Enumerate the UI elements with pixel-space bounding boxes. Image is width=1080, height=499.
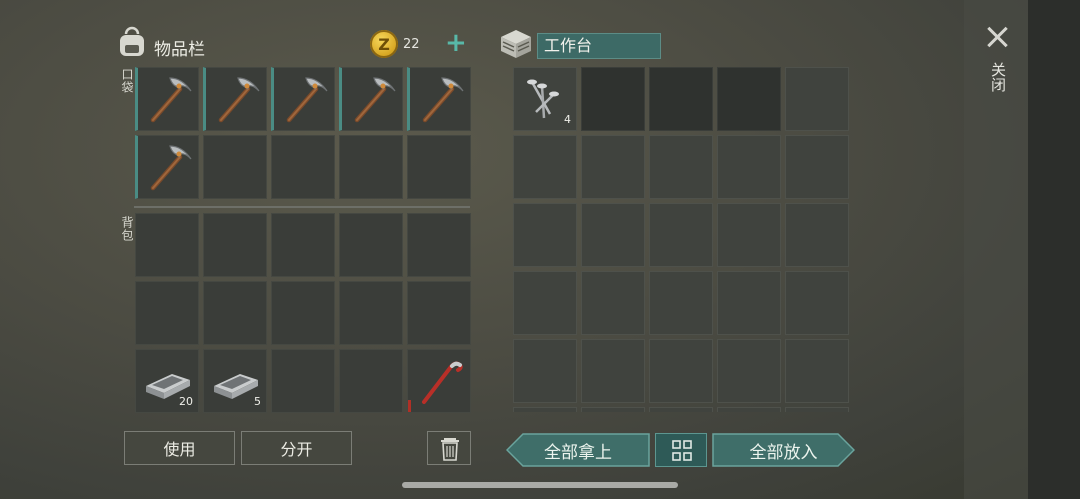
workbench-slot[interactable]: [649, 135, 713, 199]
put-all-button[interactable]: 全部放入: [712, 433, 855, 467]
use-button[interactable]: 使用: [124, 431, 235, 465]
backpack-slot[interactable]: [407, 349, 471, 413]
backpack-slot[interactable]: 5: [203, 349, 267, 413]
workbench-slot[interactable]: [717, 407, 781, 412]
workbench-slot[interactable]: [581, 339, 645, 403]
item-count: 5: [254, 395, 261, 408]
workbench-slot[interactable]: [581, 67, 645, 131]
backpack-slot[interactable]: [271, 349, 335, 413]
trash-icon: [441, 438, 459, 461]
workbench-grid: 4: [513, 67, 849, 412]
workbench-title: 工作台: [537, 33, 661, 59]
put-all-label: 全部放入: [749, 442, 818, 463]
workbench-slot[interactable]: [581, 271, 645, 335]
workbench-slot[interactable]: [513, 407, 577, 412]
durability-bar: [408, 400, 411, 412]
section-divider: [134, 206, 470, 208]
workbench-slot[interactable]: [581, 135, 645, 199]
workbench-slot[interactable]: [717, 203, 781, 267]
workbench-slot[interactable]: [513, 271, 577, 335]
backpack-slot[interactable]: [203, 281, 267, 345]
backpack-label: 背包: [120, 216, 134, 242]
grid-sort-icon: [672, 440, 692, 461]
backpack-icon: [120, 26, 144, 56]
backpack-slot[interactable]: [407, 213, 471, 277]
trash-button[interactable]: [427, 431, 471, 465]
add-coins-button[interactable]: +: [445, 30, 467, 56]
pocket-slot[interactable]: [339, 135, 403, 199]
workbench-slot[interactable]: [513, 135, 577, 199]
backpack-slot[interactable]: 20: [135, 349, 199, 413]
workbench-slot[interactable]: [649, 203, 713, 267]
pocket-slot[interactable]: [407, 135, 471, 199]
workbench-slot[interactable]: [581, 407, 645, 412]
workbench-slot[interactable]: [513, 339, 577, 403]
workbench-slot[interactable]: [717, 135, 781, 199]
backpack-slot[interactable]: [271, 281, 335, 345]
pocket-slot[interactable]: [271, 135, 335, 199]
pocket-label: 口袋: [120, 68, 134, 94]
pocket-slot[interactable]: [271, 67, 335, 131]
workbench-slot[interactable]: [649, 339, 713, 403]
pickaxe-icon: [286, 77, 328, 123]
workbench-icon: [501, 30, 531, 58]
workbench-slot[interactable]: [649, 407, 713, 412]
workbench-slot[interactable]: [717, 271, 781, 335]
workbench-slot[interactable]: [649, 271, 713, 335]
screen-edge: [1028, 0, 1080, 499]
sort-button[interactable]: [655, 433, 707, 467]
backpack-slot[interactable]: [203, 213, 267, 277]
workbench-slot[interactable]: [785, 67, 849, 131]
backpack-slot[interactable]: [339, 349, 403, 413]
backpack-slot[interactable]: [135, 213, 199, 277]
pocket-slot[interactable]: [135, 135, 199, 199]
pocket-slot[interactable]: [135, 67, 199, 131]
crowbar-icon: [422, 361, 463, 404]
backpack-slot[interactable]: [339, 213, 403, 277]
pocket-slot[interactable]: [203, 135, 267, 199]
workbench-grid-viewport[interactable]: 4: [513, 67, 849, 412]
backpack-slot[interactable]: [407, 281, 471, 345]
workbench-slot[interactable]: 4: [513, 67, 577, 131]
inventory-title: 物品栏: [154, 40, 205, 60]
backpack-slot[interactable]: [339, 281, 403, 345]
workbench-slot[interactable]: [785, 271, 849, 335]
workbench-slot[interactable]: [785, 407, 849, 412]
pocket-slot[interactable]: [203, 67, 267, 131]
split-button[interactable]: 分开: [241, 431, 352, 465]
pocket-slot[interactable]: [407, 67, 471, 131]
workbench-slot[interactable]: [785, 203, 849, 267]
workbench-slot[interactable]: [785, 339, 849, 403]
backpack-grid: 20 5: [135, 213, 471, 413]
pocket-slot[interactable]: [339, 67, 403, 131]
pickaxe-icon: [150, 145, 192, 191]
workbench-slot[interactable]: [717, 339, 781, 403]
item-count: 20: [179, 395, 193, 408]
pickaxe-icon: [218, 77, 260, 123]
pickaxe-icon: [422, 77, 464, 123]
pocket-grid: [135, 67, 471, 199]
coin-icon: Z: [370, 30, 398, 58]
workbench-slot[interactable]: [649, 67, 713, 131]
close-label[interactable]: 关闭: [988, 62, 1009, 92]
workbench-slot[interactable]: [717, 67, 781, 131]
take-all-label: 全部拿上: [544, 442, 612, 463]
workbench-slot[interactable]: [513, 203, 577, 267]
coin-count: 22: [403, 37, 420, 52]
backpack-slot[interactable]: [271, 213, 335, 277]
item-count: 4: [564, 113, 571, 126]
backpack-slot[interactable]: [135, 281, 199, 345]
workbench-slot[interactable]: [581, 203, 645, 267]
pickaxe-icon: [354, 77, 396, 123]
take-all-button[interactable]: 全部拿上: [506, 433, 650, 467]
pickaxe-icon: [150, 77, 192, 123]
workbench-slot[interactable]: [785, 135, 849, 199]
close-icon[interactable]: [984, 24, 1012, 52]
home-indicator[interactable]: [402, 482, 678, 488]
